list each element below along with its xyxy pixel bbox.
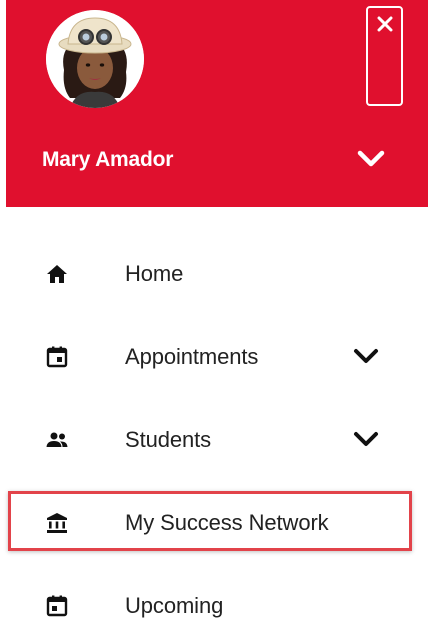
close-icon — [377, 16, 392, 32]
user-name[interactable]: Mary Amador — [42, 148, 173, 172]
menu-item-label: Appointments — [125, 344, 259, 369]
calendar-icon — [44, 344, 70, 370]
profile-header: Mary Amador — [6, 0, 428, 207]
avatar[interactable] — [46, 10, 144, 108]
menu-item-label: Home — [125, 261, 184, 286]
menu-item-students[interactable]: Students — [0, 412, 428, 468]
chevron-down-icon[interactable] — [352, 430, 380, 450]
home-icon — [44, 261, 70, 287]
menu-item-label: Upcoming — [125, 593, 224, 618]
menu-item-home[interactable]: Home — [0, 246, 428, 302]
chevron-down-icon[interactable] — [352, 347, 380, 367]
chevron-down-icon[interactable] — [356, 148, 386, 170]
menu-item-label: Students — [125, 427, 212, 452]
people-icon — [44, 427, 70, 453]
calendar-icon — [44, 593, 70, 619]
close-menu-button[interactable] — [366, 6, 403, 106]
menu-item-upcoming[interactable]: Upcoming — [0, 578, 428, 634]
menu-item-appointments[interactable]: Appointments — [0, 329, 428, 385]
avatar-image — [46, 10, 144, 108]
highlight-box — [8, 491, 412, 551]
